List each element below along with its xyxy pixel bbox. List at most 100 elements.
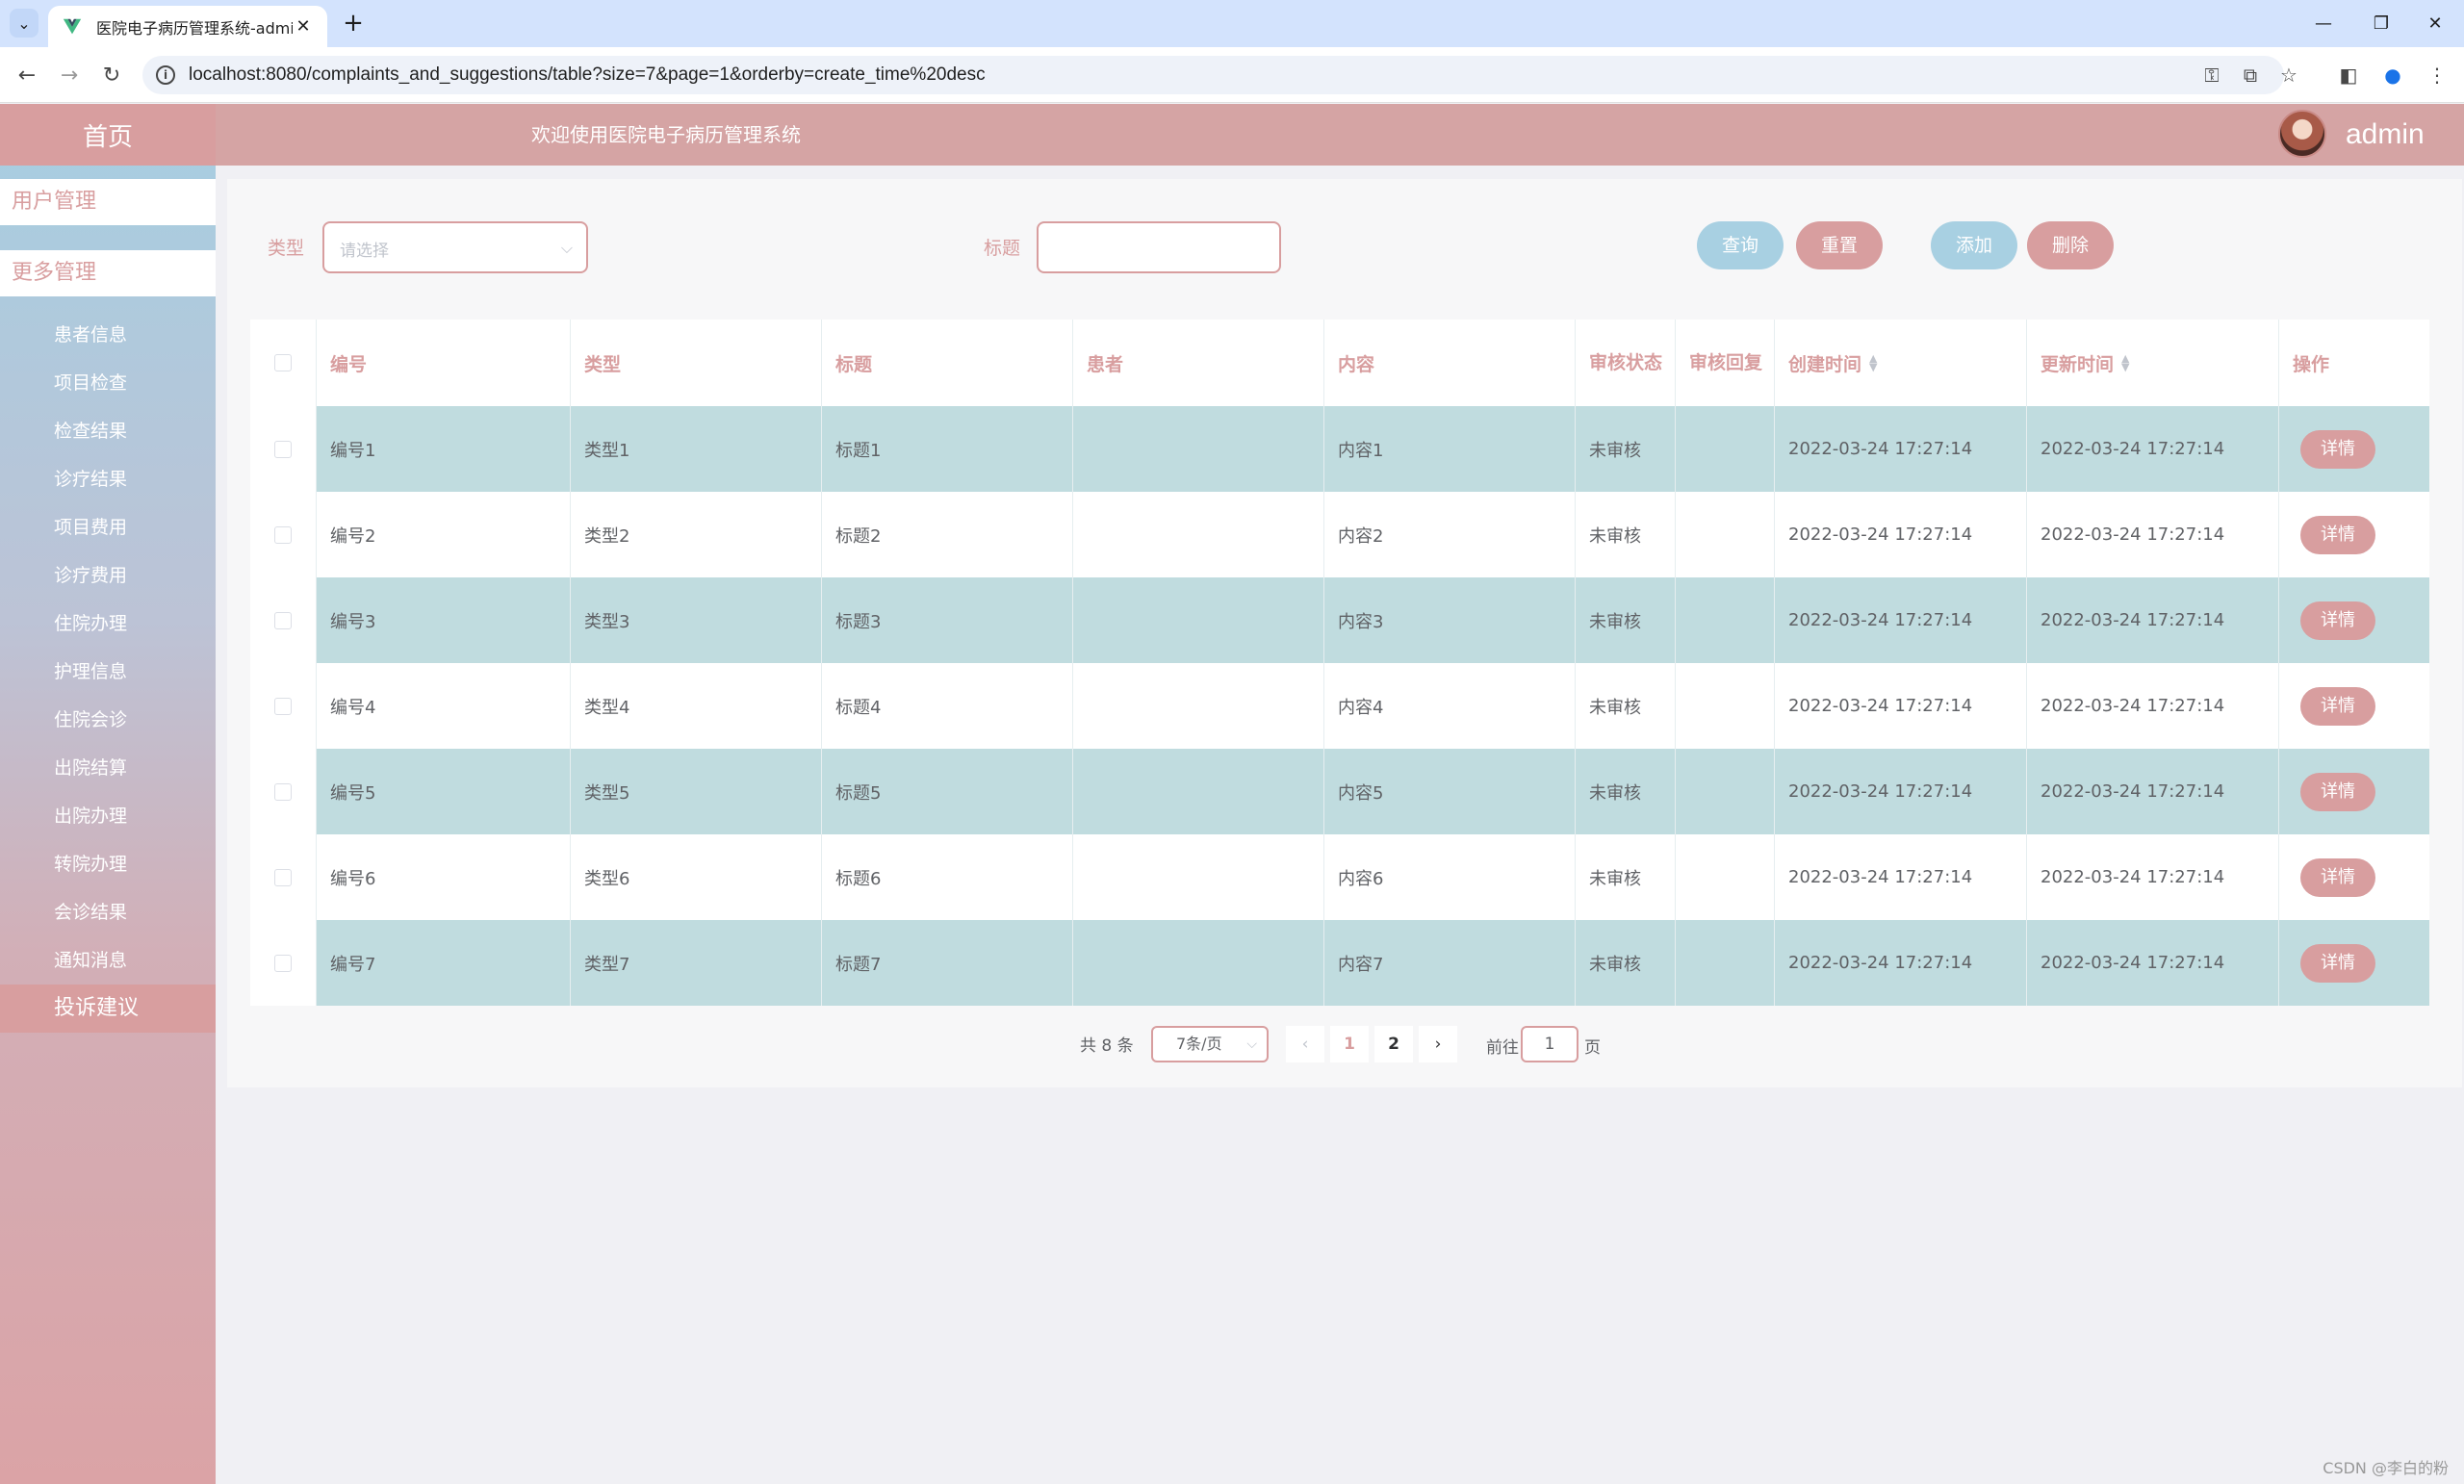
cell-id: 编号3 (317, 577, 571, 663)
sidebar-item-discharge-settlement[interactable]: 出院结算 (0, 744, 216, 792)
cell-title: 标题3 (822, 577, 1073, 663)
next-page-icon[interactable]: › (1419, 1026, 1457, 1062)
sidebar-item-diagnosis-fee[interactable]: 诊疗费用 (0, 551, 216, 600)
header-update-time[interactable]: 更新时间 ▲ ▼ (2027, 320, 2279, 406)
title-input[interactable] (1037, 221, 1281, 273)
sidebar-item-patient-info[interactable]: 患者信息 (0, 311, 216, 359)
browser-menu-icon[interactable]: ⋮ (2426, 64, 2449, 87)
reset-button[interactable]: 重置 (1796, 221, 1883, 269)
sidebar-item-project-fee[interactable]: 项目费用 (0, 503, 216, 551)
header-create-time-label: 创建时间 (1788, 353, 1862, 375)
row-checkbox-cell[interactable] (250, 834, 317, 920)
new-tab-icon[interactable]: + (339, 10, 368, 38)
cell-content: 内容5 (1324, 749, 1576, 834)
sidebar-item-consultation[interactable]: 住院会诊 (0, 696, 216, 744)
detail-button[interactable]: 详情 (2300, 429, 2375, 469)
header-create-time[interactable]: 创建时间 ▲ ▼ (1775, 320, 2027, 406)
tab-search-icon[interactable]: ⌄ (10, 9, 38, 38)
delete-button[interactable]: 删除 (2027, 221, 2114, 269)
row-checkbox-cell[interactable] (250, 492, 317, 577)
row-checkbox[interactable] (274, 868, 292, 886)
sidebar-item-project-check[interactable]: 项目检查 (0, 359, 216, 407)
home-link[interactable]: 首页 (0, 104, 216, 166)
table-row[interactable]: 编号3 类型3 标题3 内容3 未审核 2022-03-24 17:27:14 2022-0… (250, 577, 2429, 663)
table-row[interactable]: 编号6 类型6 标题6 内容6 未审核 2022-03-24 17:27:14 2022-0… (250, 834, 2429, 920)
sidebar-item-consultation-result[interactable]: 会诊结果 (0, 888, 216, 936)
row-checkbox[interactable] (274, 440, 292, 458)
sidebar-item-complaints[interactable]: 投诉建议 (0, 985, 216, 1033)
sidebar-item-transfer[interactable]: 转院办理 (0, 840, 216, 888)
url-text[interactable]: localhost:8080/complaints_and_suggestion… (189, 64, 986, 86)
table-row[interactable]: 编号2 类型2 标题2 内容2 未审核 2022-03-24 17:27:14 2022-0… (250, 492, 2429, 577)
profile-icon[interactable]: ● (2381, 64, 2404, 87)
bookmark-star-icon[interactable]: ☆ (2277, 64, 2300, 87)
sidebar-item-discharge[interactable]: 出院办理 (0, 792, 216, 840)
sidebar-item-nursing-info[interactable]: 护理信息 (0, 648, 216, 696)
detail-button[interactable]: 详情 (2300, 686, 2375, 726)
select-all-checkbox-cell[interactable] (250, 320, 317, 406)
row-checkbox-cell[interactable] (250, 577, 317, 663)
sidebar-group-user-management[interactable]: 用户管理 (0, 179, 216, 225)
detail-button[interactable]: 详情 (2300, 601, 2375, 640)
cell-actions: 详情 (2279, 834, 2429, 920)
detail-button[interactable]: 详情 (2300, 943, 2375, 983)
sidebar-item-diagnosis-result[interactable]: 诊疗结果 (0, 455, 216, 503)
username[interactable]: admin (2346, 104, 2425, 166)
side-panel-icon[interactable]: ◧ (2337, 64, 2360, 87)
cell-actions: 详情 (2279, 577, 2429, 663)
row-checkbox[interactable] (274, 954, 292, 972)
site-info-icon[interactable]: i (156, 65, 175, 85)
add-button[interactable]: 添加 (1931, 221, 2017, 269)
row-checkbox-cell[interactable] (250, 663, 317, 749)
cell-review-reply (1676, 834, 1775, 920)
query-button[interactable]: 查询 (1697, 221, 1784, 269)
sort-caret-icon[interactable]: ▲ ▼ (1869, 353, 1877, 372)
detail-button[interactable]: 详情 (2300, 857, 2375, 897)
back-icon[interactable]: ← (12, 60, 42, 90)
header-actions: 操作 (2293, 353, 2330, 375)
sidebar-group-more-management[interactable]: 更多管理 (0, 250, 216, 296)
row-checkbox[interactable] (274, 782, 292, 801)
table-row[interactable]: 编号4 类型4 标题4 内容4 未审核 2022-03-24 17:27:14 2022-0… (250, 663, 2429, 749)
page-size-select[interactable]: 7条/页 ⌵ (1151, 1026, 1269, 1062)
select-all-checkbox[interactable] (274, 354, 292, 371)
avatar[interactable] (2278, 110, 2326, 158)
type-select[interactable]: 请选择 ⌵ (322, 221, 588, 273)
cell-create-time: 2022-03-24 17:27:14 (1775, 577, 2027, 663)
row-checkbox-cell[interactable] (250, 920, 317, 1006)
sort-caret-icon[interactable]: ▲ ▼ (2121, 353, 2129, 372)
welcome-text: 欢迎使用医院电子病历管理系统 (531, 123, 801, 146)
tab-close-icon[interactable]: ✕ (293, 16, 314, 37)
minimize-icon[interactable]: — (2295, 0, 2352, 47)
row-checkbox-cell[interactable] (250, 749, 317, 834)
cell-review-status: 未审核 (1576, 663, 1676, 749)
sidebar-item-notification[interactable]: 通知消息 (0, 936, 216, 985)
address-bar[interactable]: i localhost:8080/complaints_and_suggesti… (142, 56, 2284, 94)
reload-icon[interactable]: ↻ (96, 60, 127, 90)
table-row[interactable]: 编号5 类型5 标题5 内容5 未审核 2022-03-24 17:27:14 2022-0… (250, 749, 2429, 834)
table-row[interactable]: 编号7 类型7 标题7 内容7 未审核 2022-03-24 17:27:14 2022-0… (250, 920, 2429, 1006)
prev-page-icon[interactable]: ‹ (1286, 1026, 1324, 1062)
install-app-icon[interactable]: ⧉ (2239, 64, 2262, 87)
cell-content: 内容1 (1324, 406, 1576, 492)
forward-icon[interactable]: → (54, 60, 85, 90)
row-checkbox-cell[interactable] (250, 406, 317, 492)
goto-page-input[interactable]: 1 (1521, 1026, 1578, 1062)
sidebar-item-admission[interactable]: 住院办理 (0, 600, 216, 648)
detail-button[interactable]: 详情 (2300, 772, 2375, 811)
cell-create-time: 2022-03-24 17:27:14 (1775, 749, 2027, 834)
restore-icon[interactable]: ❐ (2352, 0, 2410, 47)
cell-review-reply (1676, 577, 1775, 663)
password-key-icon[interactable]: ⚿ (2200, 64, 2223, 87)
table-row[interactable]: 编号1 类型1 标题1 内容1 未审核 2022-03-24 17:27:14 2022-0… (250, 406, 2429, 492)
row-checkbox[interactable] (274, 611, 292, 629)
detail-button[interactable]: 详情 (2300, 515, 2375, 554)
browser-tab-active[interactable]: 医院电子病历管理系统-admin ✕ (48, 6, 327, 47)
cell-review-reply (1676, 406, 1775, 492)
close-window-icon[interactable]: ✕ (2406, 0, 2464, 47)
row-checkbox[interactable] (274, 525, 292, 544)
row-checkbox[interactable] (274, 697, 292, 715)
page-1-button[interactable]: 1 (1330, 1026, 1369, 1062)
sidebar-item-check-result[interactable]: 检查结果 (0, 407, 216, 455)
page-2-button[interactable]: 2 (1374, 1026, 1413, 1062)
